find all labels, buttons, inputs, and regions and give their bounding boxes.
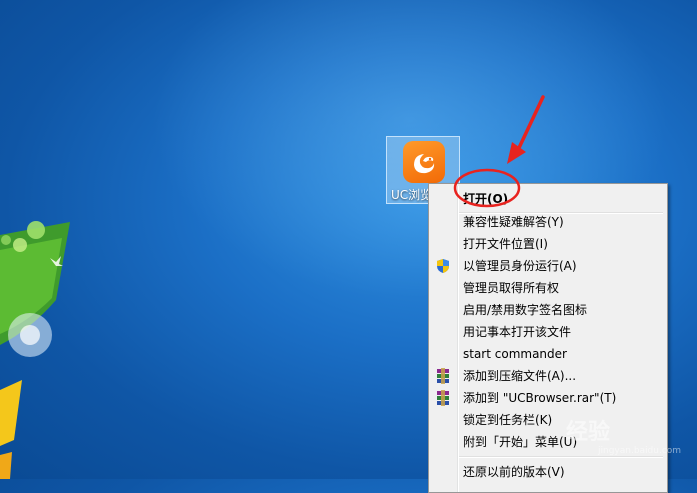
windows-logo-decoration (0, 221, 70, 479)
menu-item-label: 打开(O) (463, 192, 509, 206)
menu-item-take-ownership[interactable]: 管理员取得所有权 (431, 277, 665, 299)
menu-item-toggle-signature-icon[interactable]: 启用/禁用数字签名图标 (431, 299, 665, 321)
winrar-icon (437, 390, 449, 406)
menu-item-compatibility-troubleshoot[interactable]: 兼容性疑难解答(Y) (431, 211, 665, 233)
menu-item-label: 启用/禁用数字签名图标 (463, 303, 588, 317)
menu-item-label: 管理员取得所有权 (463, 281, 560, 295)
menu-item-label: 还原以前的版本(V) (463, 465, 565, 479)
menu-item-label: 附到「开始」菜单(U) (463, 435, 578, 449)
menu-item-label: start commander (463, 347, 567, 361)
menu-item-label: 锁定到任务栏(K) (463, 413, 553, 427)
menu-item-run-as-admin[interactable]: 以管理员身份运行(A) (431, 255, 665, 277)
menu-item-open[interactable]: 打开(O) (431, 188, 665, 210)
menu-item-pin-to-taskbar[interactable]: 锁定到任务栏(K) (431, 409, 665, 431)
menu-item-label: 添加到压缩文件(A)... (463, 369, 577, 383)
menu-item-open-file-location[interactable]: 打开文件位置(I) (431, 233, 665, 255)
menu-item-label: 打开文件位置(I) (463, 237, 548, 251)
menu-item-label: 用记事本打开该文件 (463, 325, 572, 339)
uc-browser-logo-icon (403, 141, 445, 183)
menu-item-add-to-archive[interactable]: 添加到压缩文件(A)... (431, 365, 665, 387)
menu-item-label: 添加到 "UCBrowser.rar"(T) (463, 391, 617, 405)
menu-item-restore-previous-versions[interactable]: 还原以前的版本(V) (431, 461, 665, 483)
menu-item-start-commander[interactable]: start commander (431, 343, 665, 365)
menu-item-label: 兼容性疑难解答(Y) (463, 215, 564, 229)
winrar-icon (437, 368, 449, 384)
watermark-url: jingyan.baidu.com (598, 446, 682, 456)
menu-item-label: 以管理员身份运行(A) (463, 259, 577, 273)
uac-shield-icon (437, 259, 449, 273)
baidu-jingyan-watermark: 经验 (566, 420, 611, 445)
menu-item-open-with-notepad[interactable]: 用记事本打开该文件 (431, 321, 665, 343)
annotation-arrow-icon (516, 95, 545, 152)
menu-item-add-to-rar[interactable]: 添加到 "UCBrowser.rar"(T) (431, 387, 665, 409)
menu-separator (459, 456, 663, 458)
